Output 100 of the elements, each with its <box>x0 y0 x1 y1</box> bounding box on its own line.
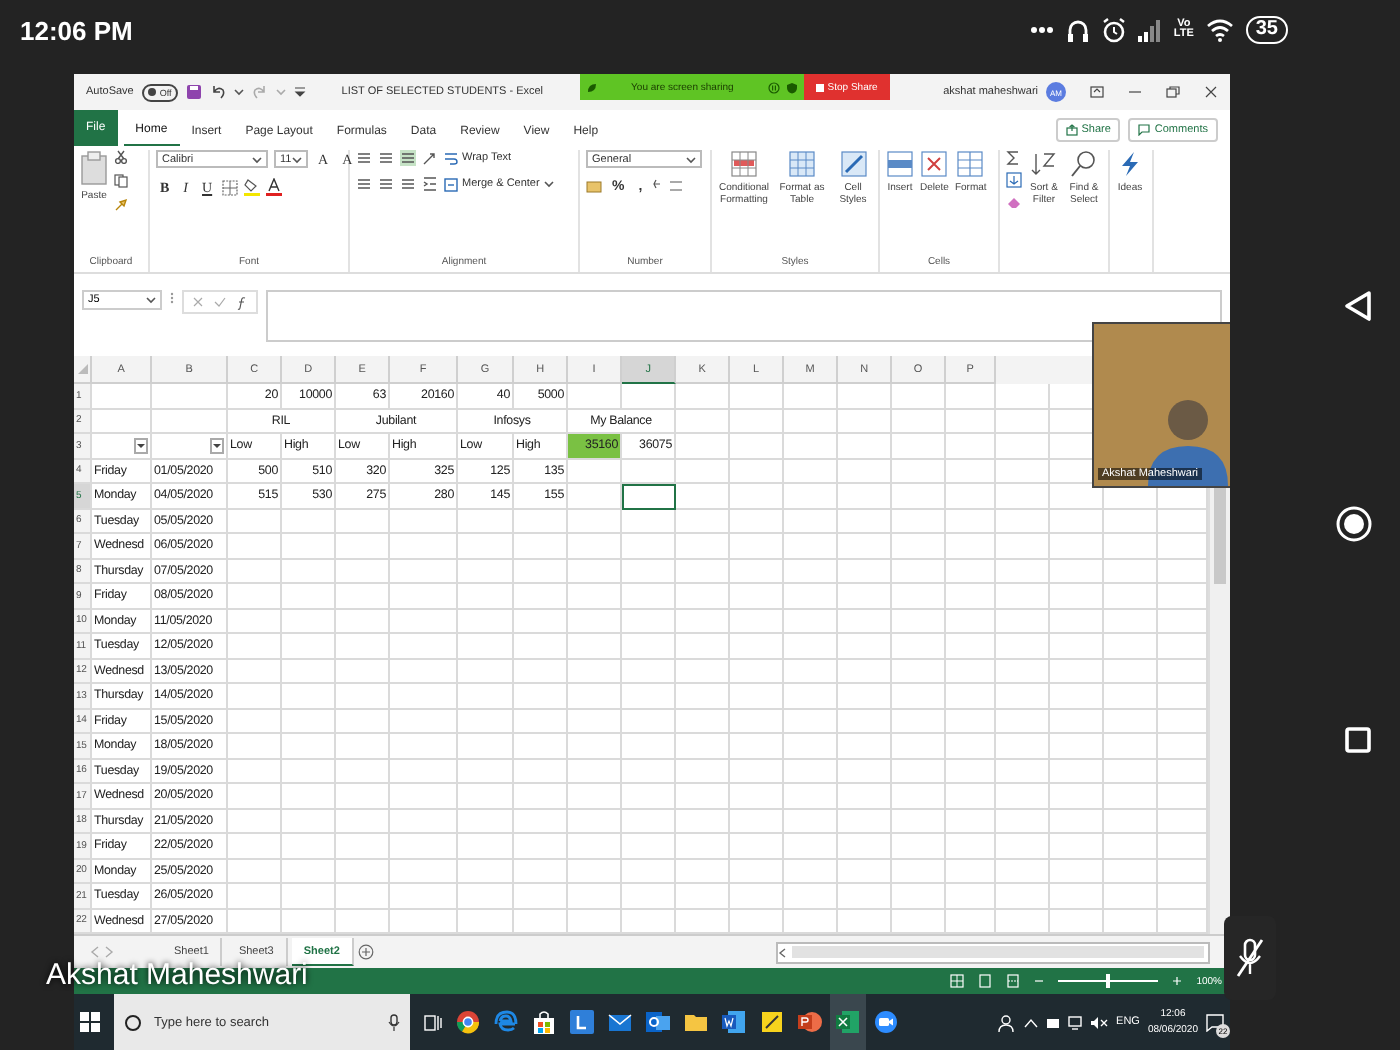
comment-icon <box>1138 124 1151 136</box>
empty-cell <box>1050 759 1104 784</box>
copy-icon[interactable] <box>114 174 128 188</box>
back-icon[interactable] <box>1344 290 1372 322</box>
shopping-bag-icon[interactable] <box>532 1010 556 1034</box>
ribbon-display-icon[interactable] <box>1090 86 1104 98</box>
empty-cell <box>838 784 892 809</box>
page-layout-icon[interactable] <box>978 974 993 988</box>
empty-cell <box>996 809 1050 834</box>
network-icon[interactable] <box>1068 1015 1083 1029</box>
pause-icon[interactable] <box>767 81 780 93</box>
mail-app-icon[interactable] <box>646 1010 670 1034</box>
page-break-icon[interactable] <box>1006 974 1021 988</box>
empty-cell <box>892 584 946 609</box>
eraser-icon[interactable] <box>1006 194 1022 210</box>
empty-cell <box>838 859 892 884</box>
empty-cell <box>622 559 676 584</box>
empty-cell <box>676 859 730 884</box>
filter-dropdown-button[interactable] <box>134 437 148 454</box>
sticky-note-icon[interactable] <box>760 1010 784 1034</box>
empty-cell <box>1104 659 1158 684</box>
selected-cell[interactable] <box>622 484 676 509</box>
formula-input[interactable] <box>266 290 1222 342</box>
empty-cell <box>514 734 568 759</box>
empty-cell <box>892 659 946 684</box>
sum-icon[interactable] <box>1006 150 1022 166</box>
empty-cell <box>568 734 622 759</box>
empty-cell <box>336 684 390 709</box>
save-icon[interactable] <box>185 84 202 100</box>
align-center-icon[interactable] <box>378 176 394 192</box>
empty-cell <box>622 859 676 884</box>
empty-cell <box>390 584 458 609</box>
align-left-icon[interactable] <box>356 176 372 192</box>
empty-cell <box>390 834 458 859</box>
brush-icon[interactable] <box>114 198 128 212</box>
empty-cell <box>946 659 996 684</box>
empty-cell <box>676 634 730 659</box>
normal-view-icon[interactable] <box>950 974 965 988</box>
empty-cell <box>514 684 568 709</box>
scrollbar-thumb[interactable] <box>1214 484 1226 584</box>
undo-icon[interactable] <box>209 84 226 100</box>
indent-icon[interactable] <box>422 176 438 192</box>
zoom-in-icon[interactable] <box>1172 976 1183 986</box>
filter-dropdown-button[interactable] <box>210 437 224 454</box>
video-camera-icon[interactable] <box>874 1010 898 1034</box>
customize-icon[interactable] <box>293 86 306 98</box>
font-color-icon[interactable] <box>266 178 283 196</box>
empty-cell <box>676 484 730 509</box>
speaker-muted-icon[interactable] <box>1090 1015 1109 1029</box>
empty-cell <box>1104 834 1158 859</box>
scroll-left-icon[interactable] <box>778 947 788 957</box>
restore-icon[interactable] <box>1166 86 1180 98</box>
fill-color-icon[interactable] <box>244 178 261 196</box>
fill-down-icon[interactable] <box>1006 172 1022 188</box>
empty-cell <box>676 384 730 409</box>
browser-circle-icon[interactable] <box>456 1010 480 1034</box>
zoom-out-icon[interactable] <box>1034 976 1045 986</box>
horizontal-scrollbar[interactable] <box>776 941 1210 963</box>
task-view-icon[interactable] <box>424 1013 442 1031</box>
scissors-icon[interactable] <box>114 150 128 164</box>
empty-cell <box>336 609 390 634</box>
recent-apps-icon[interactable] <box>1344 726 1372 754</box>
align-right-icon[interactable] <box>400 176 416 192</box>
function-icon[interactable] <box>236 295 248 309</box>
document-app-icon[interactable] <box>722 1010 746 1034</box>
empty-cell <box>730 409 784 434</box>
empty-cell <box>1104 634 1158 659</box>
empty-cell <box>730 459 784 484</box>
minimize-icon[interactable] <box>1128 86 1142 98</box>
tray-app-icon[interactable] <box>1046 1015 1061 1029</box>
empty-cell <box>336 759 390 784</box>
spreadsheet-app-icon[interactable] <box>836 1010 860 1034</box>
home-icon[interactable] <box>1336 506 1372 542</box>
align-top-icon[interactable] <box>356 150 372 166</box>
text-orientation-icon[interactable] <box>422 150 438 166</box>
microphone-icon[interactable] <box>388 1013 400 1031</box>
windows-start-icon[interactable] <box>80 1012 100 1032</box>
align-middle-icon[interactable] <box>378 150 394 166</box>
presentation-app-icon[interactable] <box>798 1010 822 1034</box>
empty-cell <box>1104 609 1158 634</box>
e-browser-icon[interactable] <box>494 1010 518 1034</box>
border-icon[interactable] <box>222 179 239 195</box>
add-sheet-icon[interactable] <box>357 944 374 960</box>
empty-cell <box>568 859 622 884</box>
align-bottom-icon[interactable] <box>400 150 416 166</box>
chevron-up-icon[interactable] <box>1024 1017 1039 1027</box>
people-icon[interactable] <box>998 1013 1017 1031</box>
signal-icon <box>1137 19 1162 41</box>
zoom-slider-thumb[interactable] <box>1106 974 1111 988</box>
empty-cell <box>228 884 282 909</box>
empty-cell <box>730 609 784 634</box>
empty-cell <box>282 559 336 584</box>
envelope-icon[interactable] <box>608 1010 632 1034</box>
empty-cell <box>784 434 838 459</box>
shield-icon[interactable] <box>785 81 798 93</box>
empty-cell <box>838 659 892 684</box>
empty-cell <box>1050 509 1104 534</box>
close-icon[interactable] <box>1204 86 1218 98</box>
tile-app-icon[interactable] <box>570 1010 594 1034</box>
folder-icon[interactable] <box>684 1010 708 1034</box>
